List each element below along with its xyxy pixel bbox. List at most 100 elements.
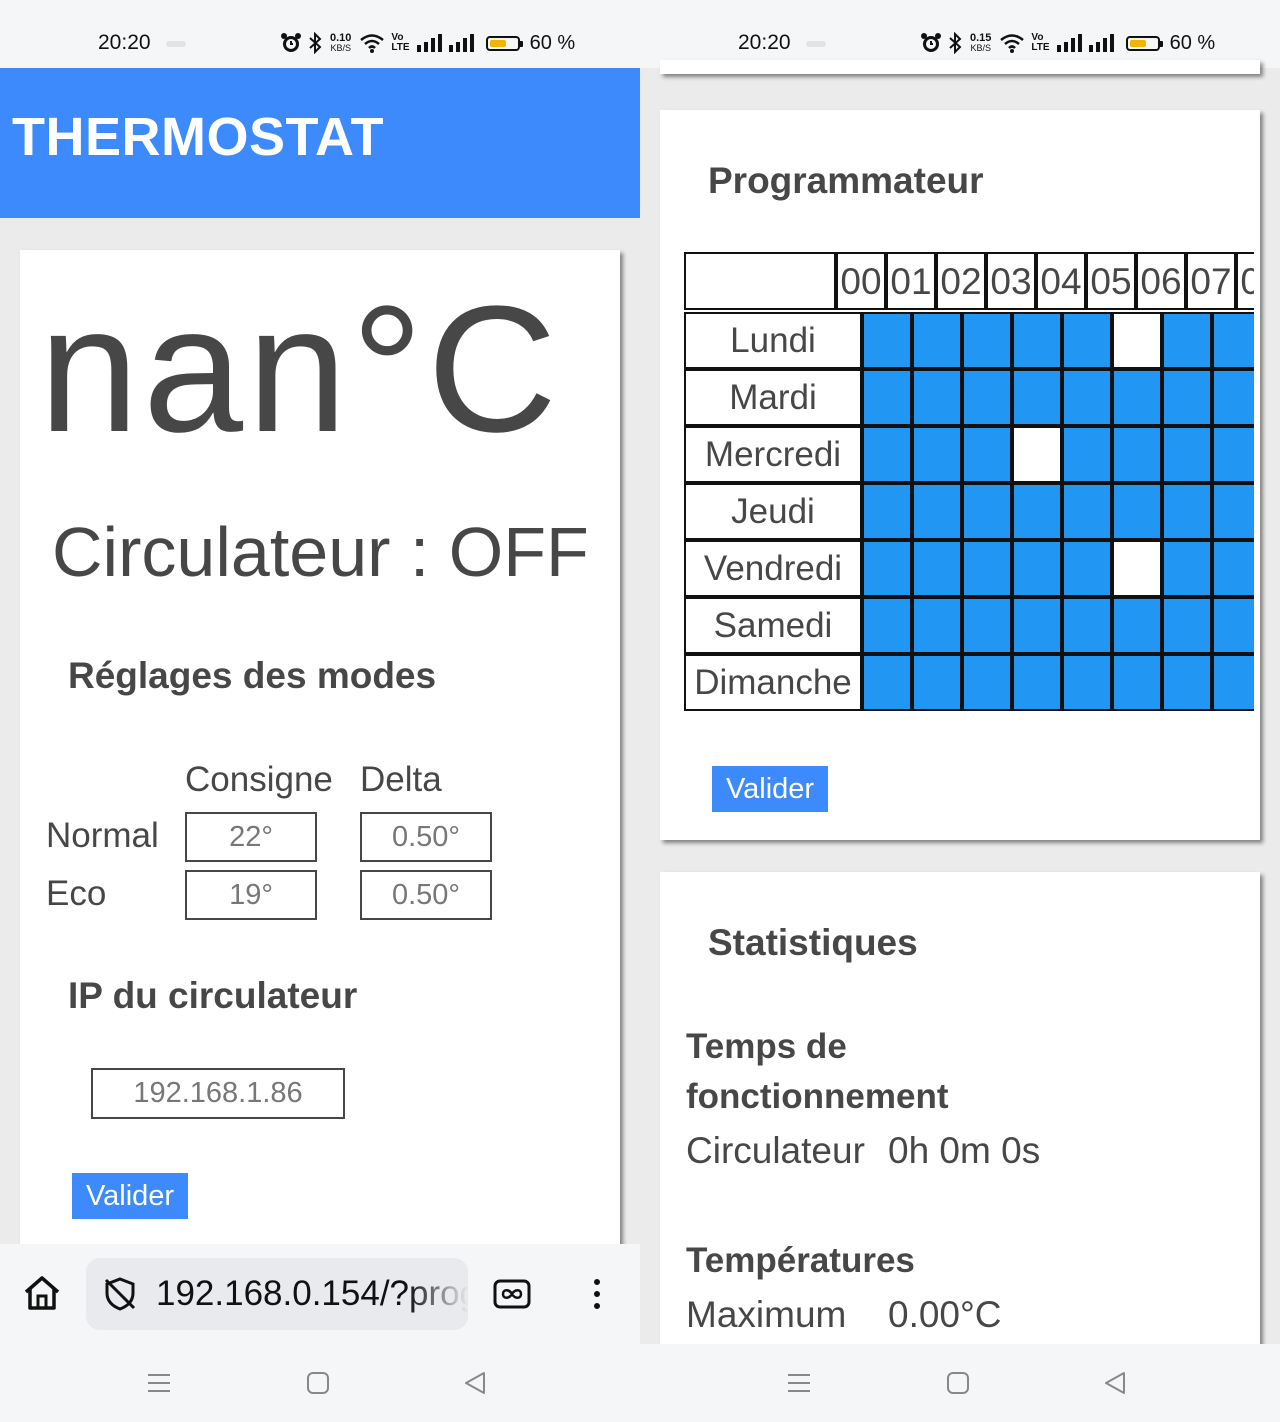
schedule-slot[interactable]: [962, 426, 1012, 483]
notification-dot: [166, 41, 186, 47]
schedule-slot[interactable]: [1162, 312, 1212, 369]
network-speed: 0.10 KB/S: [330, 32, 352, 54]
schedule-slot[interactable]: [1012, 597, 1062, 654]
schedule-slot[interactable]: [912, 540, 962, 597]
schedule-slot[interactable]: [1212, 483, 1254, 540]
status-icons: 0.10 KB/S Vo LTE 60 %: [280, 30, 575, 56]
schedule-slot[interactable]: [862, 312, 912, 369]
schedule-slot[interactable]: [912, 312, 962, 369]
schedule-slot[interactable]: [1062, 369, 1112, 426]
schedule-slot[interactable]: [1162, 426, 1212, 483]
schedule-slot[interactable]: [862, 426, 912, 483]
day-label: Mercredi: [684, 426, 862, 483]
reader-mode-icon[interactable]: [492, 1276, 532, 1317]
schedule-slot[interactable]: [1112, 312, 1162, 369]
schedule-slot[interactable]: [1062, 483, 1112, 540]
schedule-slot[interactable]: [912, 483, 962, 540]
schedule-slot[interactable]: [1212, 369, 1254, 426]
schedule-slot[interactable]: [862, 597, 912, 654]
validate-ip-button[interactable]: Valider: [72, 1173, 188, 1219]
day-label: Mardi: [684, 369, 862, 426]
schedule-slot[interactable]: [962, 540, 1012, 597]
more-menu-icon[interactable]: [586, 1276, 608, 1317]
schedule-slot[interactable]: [1062, 540, 1112, 597]
schedule-slot[interactable]: [862, 654, 912, 711]
schedule-slot[interactable]: [1112, 426, 1162, 483]
normal-delta-input[interactable]: [360, 812, 492, 862]
schedule-slot[interactable]: [1012, 540, 1062, 597]
schedule-slot[interactable]: [1112, 654, 1162, 711]
schedule-slot[interactable]: [1062, 426, 1112, 483]
battery-icon: [485, 35, 523, 51]
hour-header: 05: [1086, 252, 1136, 310]
hour-header: 06: [1136, 252, 1186, 310]
max-temp-label: Maximum: [686, 1294, 847, 1335]
home-icon[interactable]: [22, 1274, 62, 1317]
hour-header: 08: [1236, 252, 1254, 310]
schedule-slot[interactable]: [1162, 483, 1212, 540]
back-icon[interactable]: [1102, 1370, 1128, 1401]
hour-header: 07: [1186, 252, 1236, 310]
validate-schedule-button[interactable]: Valider: [712, 766, 828, 812]
schedule-slot[interactable]: [962, 312, 1012, 369]
temperatures-title: Températures: [686, 1241, 915, 1280]
schedule-slot[interactable]: [1112, 597, 1162, 654]
schedule-slot[interactable]: [862, 540, 912, 597]
schedule-slot[interactable]: [1162, 369, 1212, 426]
grid-corner-cell: [684, 252, 836, 310]
normal-setpoint-input[interactable]: [185, 812, 317, 862]
eco-setpoint-input[interactable]: [185, 870, 317, 920]
alarm-icon: [280, 32, 302, 54]
ip-input[interactable]: [91, 1068, 345, 1119]
schedule-slot[interactable]: [1162, 540, 1212, 597]
schedule-slot[interactable]: [1212, 654, 1254, 711]
schedule-slot[interactable]: [1112, 540, 1162, 597]
schedule-slot[interactable]: [1012, 312, 1062, 369]
shield-icon: [102, 1276, 138, 1317]
schedule-slot[interactable]: [1012, 369, 1062, 426]
right-screen: 20:20 0.15 KB/S Vo LTE 60 % Programmateu…: [640, 0, 1280, 1422]
schedule-slot[interactable]: [1062, 654, 1112, 711]
schedule-slot[interactable]: [1212, 597, 1254, 654]
schedule-slot[interactable]: [1112, 483, 1162, 540]
schedule-slot[interactable]: [862, 483, 912, 540]
schedule-slot[interactable]: [1012, 483, 1062, 540]
schedule-slot[interactable]: [912, 654, 962, 711]
volte-icon: Vo LTE: [391, 32, 410, 53]
hour-header: 00: [836, 252, 886, 310]
schedule-slot[interactable]: [1062, 597, 1112, 654]
schedule-slot[interactable]: [962, 483, 1012, 540]
schedule-slot[interactable]: [912, 597, 962, 654]
schedule-slot[interactable]: [962, 654, 1012, 711]
col-delta-label: Delta: [360, 760, 442, 799]
schedule-slot[interactable]: [1062, 312, 1112, 369]
runtime-title: Temps de fonctionnement: [686, 1027, 949, 1116]
schedule-slot[interactable]: [1212, 540, 1254, 597]
schedule-slot[interactable]: [1012, 654, 1062, 711]
statistics-title: Statistiques: [708, 922, 918, 963]
recents-icon[interactable]: [786, 1370, 812, 1401]
hour-header: 01: [886, 252, 936, 310]
schedule-slot[interactable]: [1162, 654, 1212, 711]
wifi-icon: [359, 33, 385, 53]
schedule-slot[interactable]: [962, 597, 1012, 654]
recents-icon[interactable]: [146, 1370, 172, 1401]
ip-title: IP du circulateur: [68, 975, 358, 1016]
schedule-slot[interactable]: [912, 426, 962, 483]
schedule-slot[interactable]: [1212, 312, 1254, 369]
schedule-slot[interactable]: [1112, 369, 1162, 426]
schedule-slot[interactable]: [962, 369, 1012, 426]
schedule-slot[interactable]: [862, 369, 912, 426]
home-nav-icon[interactable]: [945, 1370, 971, 1401]
mode-label-eco: Eco: [46, 874, 107, 913]
address-bar[interactable]: 192.168.0.154/?prog: [86, 1258, 468, 1330]
schedule-slot[interactable]: [912, 369, 962, 426]
back-icon[interactable]: [462, 1370, 488, 1401]
hour-header: 04: [1036, 252, 1086, 310]
schedule-slot[interactable]: [1012, 426, 1062, 483]
home-nav-icon[interactable]: [305, 1370, 331, 1401]
eco-delta-input[interactable]: [360, 870, 492, 920]
modes-title: Réglages des modes: [68, 655, 437, 696]
schedule-slot[interactable]: [1162, 597, 1212, 654]
schedule-slot[interactable]: [1212, 426, 1254, 483]
